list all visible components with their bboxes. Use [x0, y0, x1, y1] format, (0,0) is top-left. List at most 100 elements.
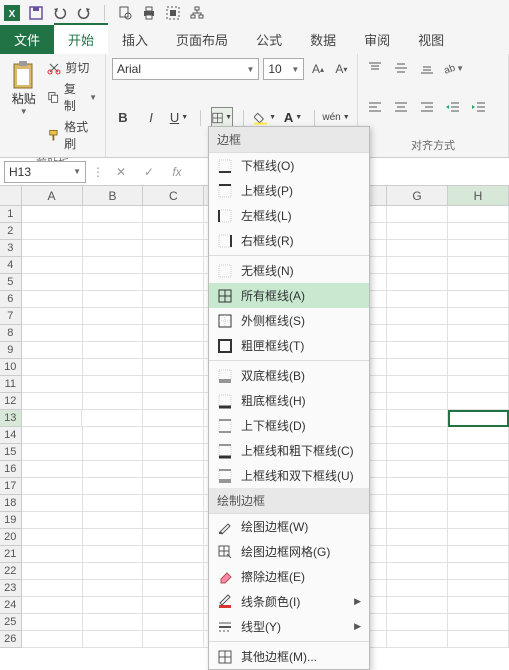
cell[interactable]	[143, 546, 204, 563]
cell[interactable]	[22, 495, 83, 512]
tab-page-layout[interactable]: 页面布局	[162, 25, 242, 54]
row-header[interactable]: 8	[0, 325, 22, 342]
cell[interactable]	[387, 614, 448, 631]
cell[interactable]	[83, 308, 144, 325]
cell[interactable]	[143, 376, 204, 393]
cell[interactable]	[387, 495, 448, 512]
cell[interactable]	[22, 240, 83, 257]
cell[interactable]	[387, 359, 448, 376]
cell[interactable]	[387, 325, 448, 342]
row-header[interactable]: 5	[0, 274, 22, 291]
row-header[interactable]: 25	[0, 614, 22, 631]
cell[interactable]	[143, 206, 204, 223]
cell[interactable]	[22, 597, 83, 614]
align-right-icon[interactable]	[416, 97, 438, 117]
cell[interactable]	[143, 427, 204, 444]
cell[interactable]	[448, 461, 509, 478]
cell[interactable]	[448, 444, 509, 461]
row-header[interactable]: 2	[0, 223, 22, 240]
cell[interactable]	[83, 325, 144, 342]
print-preview-icon[interactable]	[117, 5, 133, 21]
row-header[interactable]: 12	[0, 393, 22, 410]
cell[interactable]	[83, 427, 144, 444]
cell[interactable]	[143, 342, 204, 359]
align-top-icon[interactable]	[364, 58, 386, 78]
cell[interactable]	[448, 563, 509, 580]
cancel-icon[interactable]: ✕	[110, 161, 132, 183]
column-header[interactable]: G	[387, 186, 448, 206]
border-menu-item[interactable]: 双底框线(B)	[209, 363, 369, 388]
cell[interactable]	[83, 206, 144, 223]
cell[interactable]	[22, 308, 83, 325]
cell[interactable]	[448, 240, 509, 257]
cell[interactable]	[83, 529, 144, 546]
cell[interactable]	[83, 580, 144, 597]
row-header[interactable]: 15	[0, 444, 22, 461]
cell[interactable]	[83, 546, 144, 563]
cell[interactable]	[387, 546, 448, 563]
cell[interactable]	[143, 359, 204, 376]
tab-home[interactable]: 开始	[54, 23, 108, 54]
cell[interactable]	[83, 274, 144, 291]
font-name-select[interactable]: Arial▼	[112, 58, 259, 80]
border-menu-item[interactable]: 线型(Y)▶	[209, 614, 369, 639]
column-header[interactable]: H	[448, 186, 509, 206]
cell[interactable]	[387, 257, 448, 274]
column-header[interactable]: A	[22, 186, 83, 206]
decrease-font-icon[interactable]: A▾	[332, 59, 351, 79]
cell[interactable]	[22, 529, 83, 546]
cell[interactable]	[143, 563, 204, 580]
fx-icon[interactable]: fx	[166, 161, 188, 183]
cell[interactable]	[143, 495, 204, 512]
row-header[interactable]: 22	[0, 563, 22, 580]
cell[interactable]	[387, 529, 448, 546]
cell[interactable]	[83, 240, 144, 257]
cell[interactable]	[143, 529, 204, 546]
cell[interactable]	[387, 393, 448, 410]
print-area-icon[interactable]	[165, 5, 181, 21]
cell[interactable]	[143, 631, 204, 648]
cell[interactable]	[448, 223, 509, 240]
cell[interactable]	[83, 359, 144, 376]
border-menu-item[interactable]: 粗匣框线(T)	[209, 333, 369, 358]
row-header[interactable]: 10	[0, 359, 22, 376]
cell[interactable]	[387, 427, 448, 444]
format-painter-button[interactable]: 格式刷	[45, 117, 99, 153]
align-center-icon[interactable]	[390, 97, 412, 117]
cell[interactable]	[83, 342, 144, 359]
border-menu-item[interactable]: 上框线和粗下框线(C)	[209, 438, 369, 463]
row-header[interactable]: 16	[0, 461, 22, 478]
cell[interactable]	[143, 274, 204, 291]
cell[interactable]	[22, 614, 83, 631]
row-header[interactable]: 3	[0, 240, 22, 257]
tab-insert[interactable]: 插入	[108, 25, 162, 54]
cell[interactable]	[387, 342, 448, 359]
cell[interactable]	[22, 563, 83, 580]
cell[interactable]	[143, 444, 204, 461]
cell[interactable]	[387, 274, 448, 291]
row-header[interactable]: 11	[0, 376, 22, 393]
row-header[interactable]: 19	[0, 512, 22, 529]
copy-button[interactable]: 复制▼	[45, 79, 99, 115]
cell[interactable]	[83, 444, 144, 461]
row-header[interactable]: 21	[0, 546, 22, 563]
cell[interactable]	[83, 631, 144, 648]
cell[interactable]	[143, 308, 204, 325]
cell[interactable]	[22, 461, 83, 478]
cell[interactable]	[83, 461, 144, 478]
column-header[interactable]: B	[83, 186, 144, 206]
cell[interactable]	[143, 257, 204, 274]
cell[interactable]	[83, 393, 144, 410]
redo-icon[interactable]	[76, 5, 92, 21]
border-menu-item[interactable]: 无框线(N)	[209, 258, 369, 283]
column-header[interactable]: C	[143, 186, 204, 206]
row-header[interactable]: 24	[0, 597, 22, 614]
cell[interactable]	[83, 376, 144, 393]
cell[interactable]	[448, 529, 509, 546]
cell[interactable]	[83, 512, 144, 529]
cell[interactable]	[143, 240, 204, 257]
row-header[interactable]: 17	[0, 478, 22, 495]
cell[interactable]	[448, 478, 509, 495]
cell[interactable]	[22, 512, 83, 529]
cell[interactable]	[22, 393, 83, 410]
